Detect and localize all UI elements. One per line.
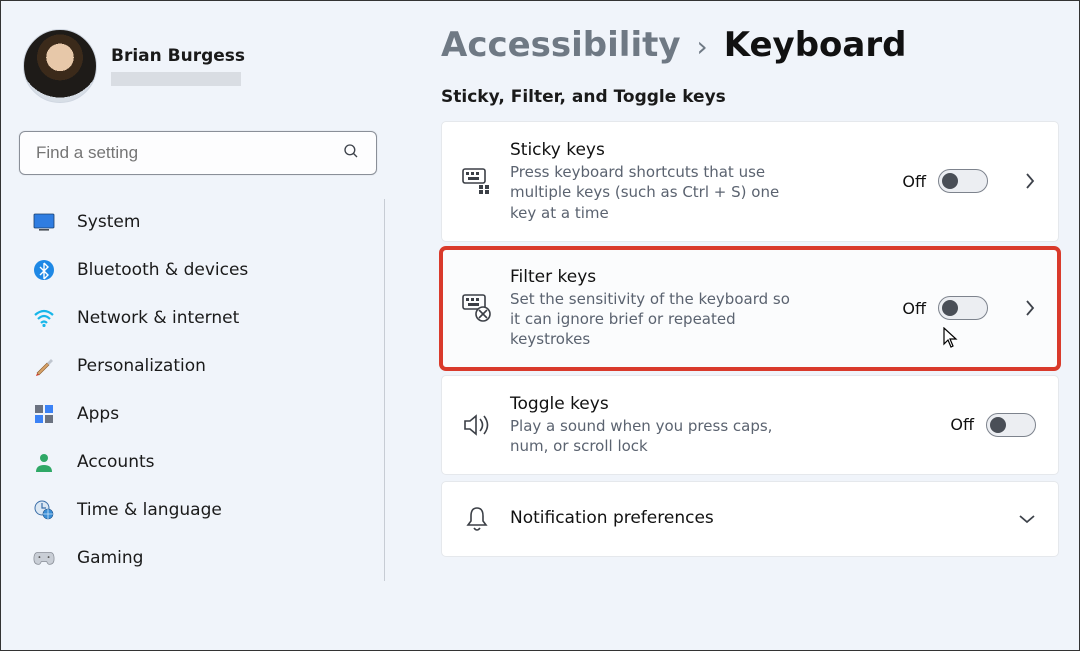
card-filter-keys[interactable]: Filter keys Set the sensitivity of the k… — [441, 248, 1059, 369]
profile-block[interactable]: Brian Burgess — [19, 29, 383, 103]
sidebar-item-label: Bluetooth & devices — [77, 260, 248, 280]
sidebar-item-system[interactable]: System — [19, 199, 383, 245]
card-title: Notification preferences — [510, 508, 982, 528]
bluetooth-icon — [33, 259, 55, 281]
card-title: Toggle keys — [510, 394, 790, 414]
sidebar-item-gaming[interactable]: Gaming — [19, 535, 383, 581]
sidebar-item-label: System — [77, 212, 140, 232]
sidebar-item-apps[interactable]: Apps — [19, 391, 383, 437]
search-input[interactable] — [36, 143, 342, 163]
card-desc: Play a sound when you press caps, num, o… — [510, 416, 790, 457]
toggle-switch[interactable] — [938, 296, 988, 320]
card-title: Sticky keys — [510, 140, 790, 160]
breadcrumb-parent[interactable]: Accessibility — [441, 25, 681, 65]
sidebar-item-label: Accounts — [77, 452, 155, 472]
breadcrumb: Accessibility › Keyboard — [441, 25, 1059, 65]
section-title: Sticky, Filter, and Toggle keys — [441, 87, 1059, 107]
sidebar-item-time[interactable]: Time & language — [19, 487, 383, 533]
bell-icon — [454, 506, 500, 532]
chevron-down-icon — [1018, 513, 1036, 525]
card-sticky-keys[interactable]: Sticky keys Press keyboard shortcuts tha… — [441, 121, 1059, 242]
paintbrush-icon — [33, 355, 55, 377]
sidebar-item-label: Network & internet — [77, 308, 239, 328]
speaker-icon — [454, 413, 500, 437]
card-desc: Press keyboard shortcuts that use multip… — [510, 162, 790, 223]
avatar — [23, 29, 97, 103]
sidebar-item-label: Time & language — [77, 500, 222, 520]
sidebar-item-network[interactable]: Network & internet — [19, 295, 383, 341]
card-toggle-keys[interactable]: Toggle keys Play a sound when you press … — [441, 375, 1059, 476]
chevron-right-icon: › — [697, 30, 708, 63]
card-notification-preferences[interactable]: Notification preferences — [441, 481, 1059, 557]
gamepad-icon — [33, 547, 55, 569]
sidebar-item-label: Apps — [77, 404, 119, 424]
sidebar-nav: System Bluetooth & devices Network & int… — [19, 199, 383, 581]
keyboard-icon — [454, 168, 500, 194]
toggle-state: Off — [902, 172, 926, 191]
chevron-right-icon — [1024, 299, 1036, 317]
wifi-icon — [33, 307, 55, 329]
toggle-state: Off — [950, 415, 974, 434]
sidebar-item-label: Personalization — [77, 356, 206, 376]
mouse-cursor-icon — [942, 327, 960, 354]
toggle-switch[interactable] — [986, 413, 1036, 437]
person-icon — [33, 451, 55, 473]
chevron-right-icon — [1024, 172, 1036, 190]
sidebar-item-label: Gaming — [77, 548, 143, 568]
search-box[interactable] — [19, 131, 377, 175]
profile-name: Brian Burgess — [111, 46, 245, 66]
search-icon — [342, 142, 360, 164]
keyboard-filter-icon — [454, 294, 500, 322]
breadcrumb-current: Keyboard — [724, 25, 907, 65]
card-title: Filter keys — [510, 267, 790, 287]
apps-icon — [33, 403, 55, 425]
system-icon — [33, 211, 55, 233]
clock-globe-icon — [33, 499, 55, 521]
toggle-state: Off — [902, 299, 926, 318]
sidebar-item-bluetooth[interactable]: Bluetooth & devices — [19, 247, 383, 293]
sidebar-item-personalization[interactable]: Personalization — [19, 343, 383, 389]
profile-email-placeholder — [111, 72, 241, 86]
sidebar-item-accounts[interactable]: Accounts — [19, 439, 383, 485]
toggle-switch[interactable] — [938, 169, 988, 193]
card-desc: Set the sensitivity of the keyboard so i… — [510, 289, 790, 350]
